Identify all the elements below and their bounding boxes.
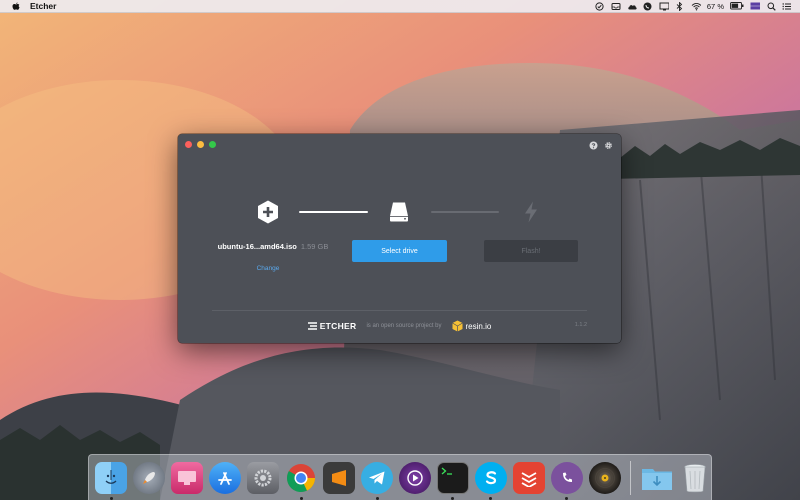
window-controls xyxy=(185,141,216,148)
dock-telegram[interactable] xyxy=(361,461,394,500)
step-connector-2 xyxy=(431,211,499,213)
image-filename: ubuntu-16...amd64.iso xyxy=(217,242,297,251)
resin-cube-icon xyxy=(451,320,463,332)
viber-icon[interactable] xyxy=(643,1,653,11)
dock-chrome[interactable] xyxy=(285,461,318,500)
app-store-icon xyxy=(209,461,242,494)
footer: ETCHER is an open source project by resi… xyxy=(178,320,621,332)
dock-downloads-folder[interactable] xyxy=(640,461,673,494)
flag-icon[interactable] xyxy=(750,1,760,11)
chrome-icon xyxy=(285,462,317,494)
menu-list-icon[interactable] xyxy=(782,1,792,11)
dock-sublime-text[interactable] xyxy=(323,461,356,494)
rocket-icon xyxy=(133,461,166,494)
dock-terminal[interactable] xyxy=(436,461,469,500)
todoist-icon xyxy=(512,461,545,494)
battery-percent: 67 % xyxy=(706,1,724,11)
dock-system-preferences[interactable] xyxy=(247,461,280,494)
dock-separator xyxy=(630,460,632,495)
downloads-folder-icon xyxy=(641,462,673,494)
close-window-button[interactable] xyxy=(185,141,192,148)
footer-divider xyxy=(212,310,587,311)
terminal-icon xyxy=(436,461,469,494)
app-version: 1.1.2 xyxy=(574,322,587,328)
image-size: 1.59 GB xyxy=(300,242,329,251)
viber-phone-icon xyxy=(550,461,583,494)
app-menu-title[interactable]: Etcher xyxy=(30,1,56,11)
etcher-logo[interactable]: ETCHER xyxy=(307,321,357,331)
dock-vox[interactable] xyxy=(588,461,621,494)
apple-menu-icon[interactable] xyxy=(11,1,21,11)
dock-skype[interactable] xyxy=(474,461,507,500)
etcher-logo-icon xyxy=(307,322,317,330)
cloud-icon[interactable] xyxy=(627,1,637,11)
etcher-window: ubuntu-16...amd64.iso 1.59 GB Change Sele… xyxy=(178,134,621,343)
skype-icon xyxy=(474,461,507,494)
dock-finder[interactable] xyxy=(95,461,128,500)
search-icon[interactable] xyxy=(766,1,776,11)
drive-step-icon[interactable] xyxy=(387,200,411,224)
step-connector-1 xyxy=(299,211,368,213)
minimize-window-button[interactable] xyxy=(197,141,204,148)
bluetooth-icon[interactable] xyxy=(675,1,685,11)
sublime-text-icon xyxy=(323,461,356,494)
dock-cleanmymac[interactable] xyxy=(171,461,204,494)
menu-bar: Etcher 67 % xyxy=(0,0,800,13)
cleanmymac-icon xyxy=(171,461,204,494)
dock-screencast[interactable] xyxy=(398,461,432,494)
maximize-window-button[interactable] xyxy=(209,141,216,148)
select-drive-button[interactable]: Select drive xyxy=(352,240,447,262)
checkmark-circle-icon[interactable] xyxy=(595,1,605,11)
finder-icon xyxy=(95,461,128,494)
window-tools xyxy=(589,141,613,150)
image-step-icon[interactable] xyxy=(256,200,280,224)
play-icon xyxy=(398,461,431,494)
resin-logo[interactable]: resin.io xyxy=(451,320,492,332)
battery-icon[interactable] xyxy=(730,1,744,11)
telegram-icon xyxy=(361,461,394,494)
dock-viber[interactable] xyxy=(550,461,583,500)
settings-gear-icon[interactable] xyxy=(604,141,613,150)
dock-launchpad[interactable] xyxy=(133,461,166,494)
inbox-icon[interactable] xyxy=(611,1,621,11)
dock-app-store[interactable] xyxy=(209,461,242,494)
dock-todoist[interactable] xyxy=(512,461,545,494)
dock-trash[interactable] xyxy=(678,461,711,494)
wifi-icon[interactable] xyxy=(691,1,701,11)
trash-icon xyxy=(679,462,711,494)
help-icon[interactable] xyxy=(589,141,598,150)
dock xyxy=(88,454,712,500)
etcher-brand-text: ETCHER xyxy=(319,321,357,331)
gear-icon xyxy=(247,461,280,494)
change-image-link[interactable]: Change xyxy=(248,265,288,272)
flash-step-icon xyxy=(519,200,543,224)
resin-brand-text: resin.io xyxy=(465,321,492,331)
display-icon[interactable] xyxy=(659,1,669,11)
status-area: 67 % xyxy=(595,1,792,11)
vinyl-record-icon xyxy=(588,461,621,494)
selected-image: ubuntu-16...amd64.iso 1.59 GB xyxy=(178,242,368,251)
flash-button[interactable]: Flash! xyxy=(484,240,578,262)
footer-tagline: is an open source project by xyxy=(366,323,442,329)
